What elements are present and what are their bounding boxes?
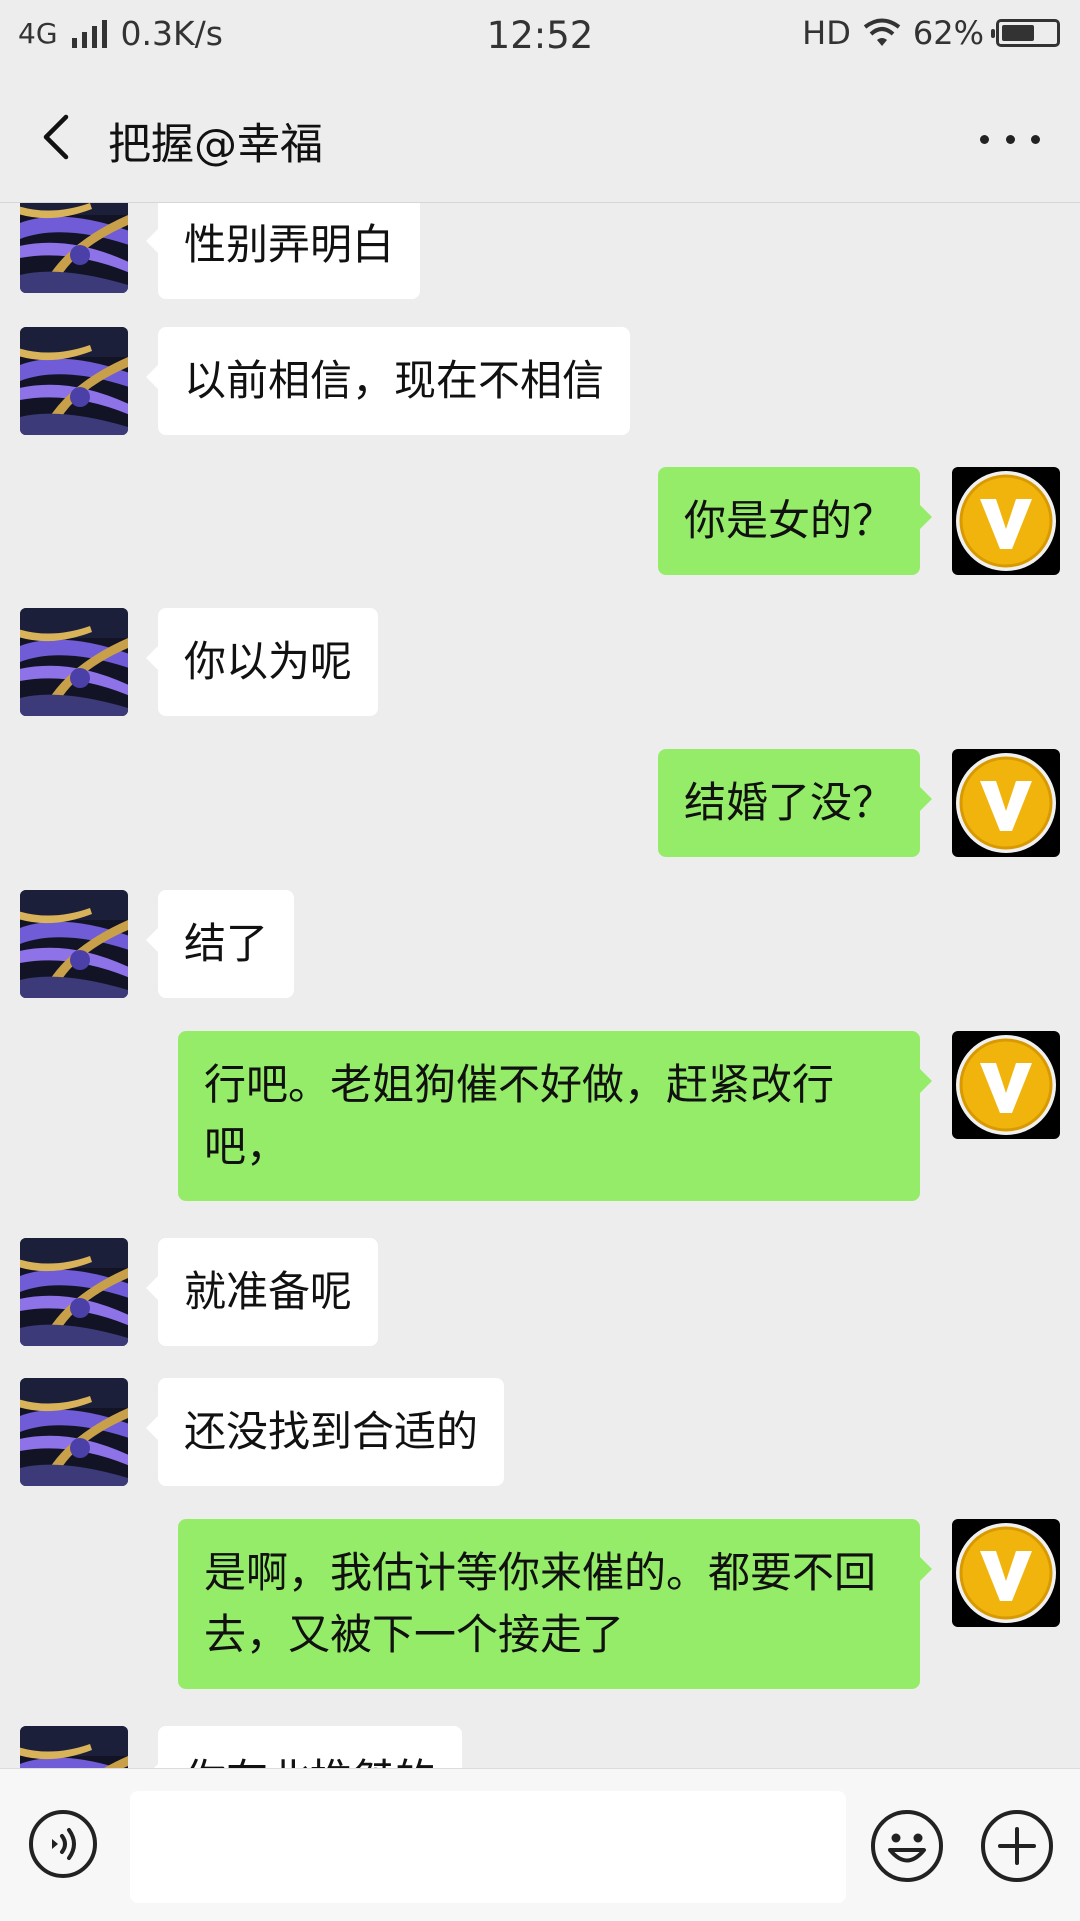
wifi-icon	[863, 18, 901, 46]
contact-avatar[interactable]	[20, 608, 128, 716]
self-avatar[interactable]	[952, 1031, 1060, 1139]
emoji-icon[interactable]	[870, 1809, 944, 1883]
input-bar	[0, 1768, 1080, 1921]
message-bubble-received[interactable]: 你以为呢	[145, 608, 379, 716]
voice-icon[interactable]	[28, 1809, 98, 1879]
contact-avatar[interactable]	[20, 327, 128, 435]
message-bubble-received[interactable]: 性别弄明白	[145, 203, 421, 299]
contact-avatar[interactable]	[20, 1378, 128, 1486]
chat-title: 把握@幸福	[108, 120, 323, 170]
status-bar: 4G 0.3K/s 12:52 HD 62%	[0, 0, 1080, 72]
message-bubble-sent[interactable]: 结婚了没？	[657, 749, 933, 857]
self-avatar[interactable]	[952, 467, 1060, 575]
contact-avatar[interactable]	[20, 1726, 128, 1768]
message-bubble-sent[interactable]: 是啊，我估计等你来催的。都要不回去，又被下一个接走了	[178, 1519, 932, 1689]
contact-avatar[interactable]	[20, 203, 128, 293]
message-input[interactable]	[130, 1791, 846, 1903]
message-bubble-received[interactable]: 还没找到合适的	[145, 1378, 505, 1486]
message-bubble-received[interactable]: 就准备呢	[145, 1238, 379, 1346]
chat-header: 把握@幸福	[0, 72, 1080, 203]
back-arrow-icon[interactable]	[30, 107, 90, 167]
battery-icon	[991, 19, 1060, 47]
message-bubble-received[interactable]: 结了	[145, 890, 295, 998]
chat-messages[interactable]: 性别弄明白 以前相信，现在不相信 你是女的？ 你以为呢 结婚了没？ 结了 行吧。…	[0, 203, 1080, 1768]
more-icon[interactable]	[980, 124, 1040, 154]
self-avatar[interactable]	[952, 1519, 1060, 1627]
message-bubble-received[interactable]: 以前相信，现在不相信	[145, 327, 631, 435]
message-bubble-sent[interactable]: 行吧。老姐狗催不好做，赶紧改行吧，	[178, 1031, 932, 1201]
message-bubble-received[interactable]: 你在北推桀的	[145, 1726, 463, 1768]
contact-avatar[interactable]	[20, 1238, 128, 1346]
self-avatar[interactable]	[952, 749, 1060, 857]
plus-icon[interactable]	[980, 1809, 1054, 1883]
status-right: HD 62%	[802, 14, 1060, 52]
contact-avatar[interactable]	[20, 890, 128, 998]
message-bubble-sent[interactable]: 你是女的？	[657, 467, 933, 575]
battery-percent: 62%	[912, 14, 984, 52]
hd-indicator: HD	[802, 14, 851, 52]
